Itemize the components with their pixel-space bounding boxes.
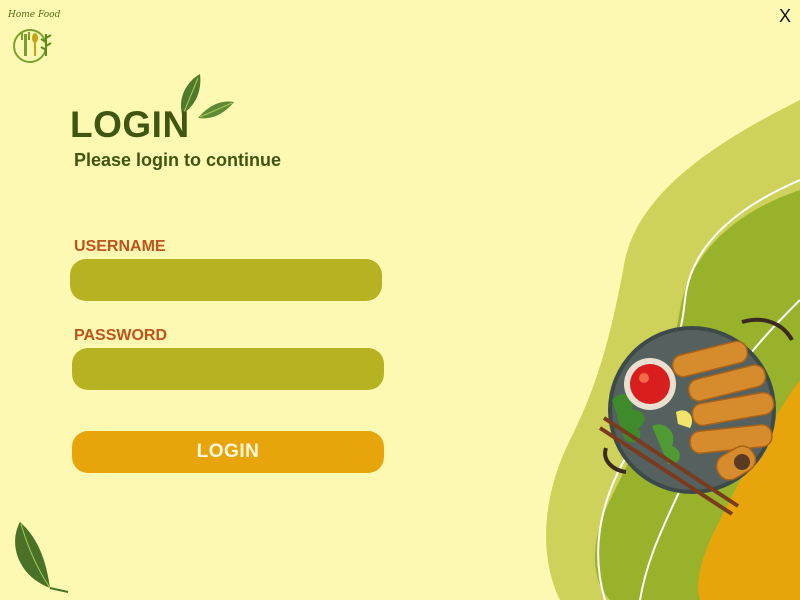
password-input[interactable]	[72, 348, 384, 390]
login-button[interactable]: LOGIN	[72, 431, 384, 473]
username-label: USERNAME	[74, 238, 166, 255]
page-title: LOGIN	[70, 104, 190, 145]
username-input[interactable]	[70, 259, 382, 301]
home-food-logo: Home Food	[6, 8, 66, 66]
spring-rolls-plate-image	[598, 317, 794, 516]
leaf-icon	[15, 522, 69, 593]
home-food-logo-icon	[13, 29, 52, 63]
page-subtitle: Please login to continue	[74, 150, 282, 170]
close-button[interactable]: X	[774, 4, 796, 28]
password-label: PASSWORD	[74, 327, 168, 344]
